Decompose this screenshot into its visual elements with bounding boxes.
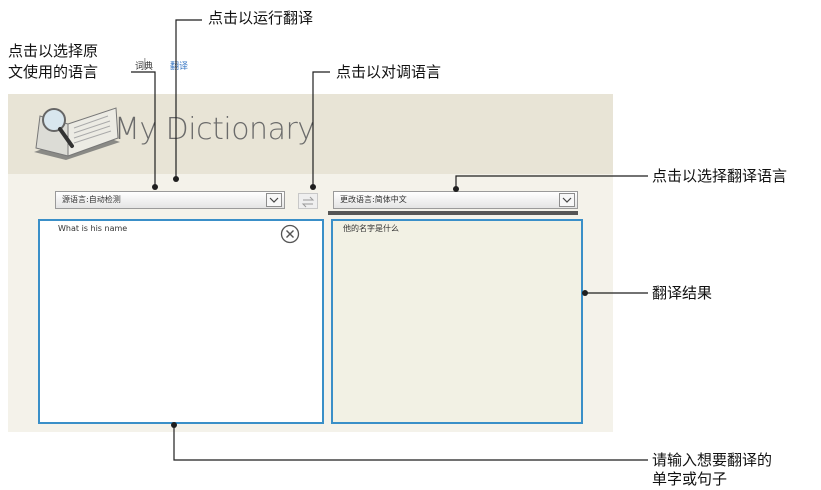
- callout-select-source-line2: 文使用的语言: [8, 63, 99, 81]
- callout-run-translate: 点击以运行翻译: [208, 9, 314, 27]
- callout-input-line1: 请输入想要翻译的: [652, 451, 773, 469]
- callout-select-target: 点击以选择翻译语言: [652, 167, 788, 185]
- callout-result: 翻译结果: [652, 284, 713, 302]
- callout-input-line2: 单字或句子: [652, 470, 728, 488]
- callout-select-source-line1: 点击以选择原: [8, 42, 99, 60]
- callout-swap-languages: 点击以对调语言: [336, 63, 442, 81]
